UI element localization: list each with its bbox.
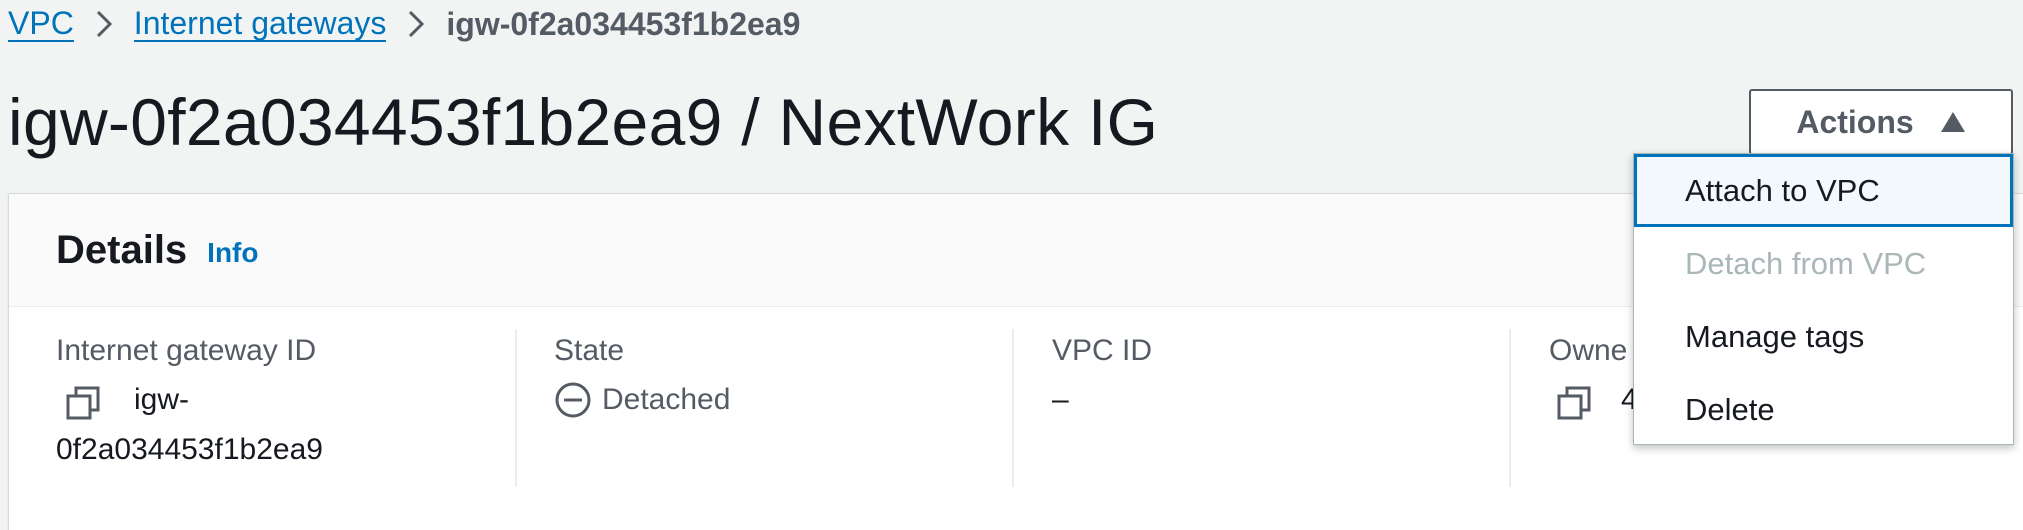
info-link[interactable]: Info <box>207 237 258 269</box>
menu-item-attach-to-vpc[interactable]: Attach to VPC <box>1634 154 2013 227</box>
copy-icon[interactable] <box>66 386 100 420</box>
breadcrumb-link-internet-gateways[interactable]: Internet gateways <box>133 6 387 42</box>
field-value-row: igw- <box>56 375 496 425</box>
caret-up-icon <box>1940 112 1965 132</box>
field-label: State <box>554 334 625 367</box>
actions-dropdown-menu: Attach to VPC Detach from VPC Manage tag… <box>1633 153 2014 445</box>
menu-item-delete[interactable]: Delete <box>1634 373 2013 446</box>
menu-item-manage-tags[interactable]: Manage tags <box>1634 300 2013 373</box>
column-divider <box>1509 329 1511 487</box>
breadcrumb-link-vpc[interactable]: VPC <box>8 6 74 42</box>
field-vpc-id: VPC ID – <box>1052 329 1492 487</box>
field-value-line2: 0f2a034453f1b2ea9 <box>56 433 323 466</box>
status-stopped-icon <box>555 382 591 418</box>
field-label: VPC ID <box>1052 334 1153 367</box>
details-title: Details <box>56 227 188 272</box>
field-value-line1: igw- <box>134 383 190 416</box>
copy-icon[interactable] <box>1557 386 1591 420</box>
column-divider <box>1012 329 1014 487</box>
field-internet-gateway-id: Internet gateway ID igw- 0f2a034453f1b2e… <box>56 329 496 487</box>
field-state: State Detached <box>554 329 994 487</box>
field-label: Internet gateway ID <box>56 334 317 367</box>
state-value: Detached <box>602 383 731 416</box>
chevron-right-icon <box>74 8 134 40</box>
menu-item-detach-from-vpc: Detach from VPC <box>1685 245 1927 281</box>
field-value: – <box>1052 383 1069 416</box>
breadcrumb: VPC Internet gateways igw-0f2a034453f1b2… <box>8 0 800 48</box>
state-value-row: Detached <box>554 375 994 425</box>
chevron-right-icon <box>386 8 446 40</box>
column-divider <box>515 329 517 487</box>
actions-button[interactable]: Actions <box>1749 89 2013 155</box>
breadcrumb-current: igw-0f2a034453f1b2ea9 <box>446 5 801 42</box>
actions-button-label: Actions <box>1796 103 1914 140</box>
page-title: igw-0f2a034453f1b2ea9 / NextWork IG <box>8 85 1159 159</box>
